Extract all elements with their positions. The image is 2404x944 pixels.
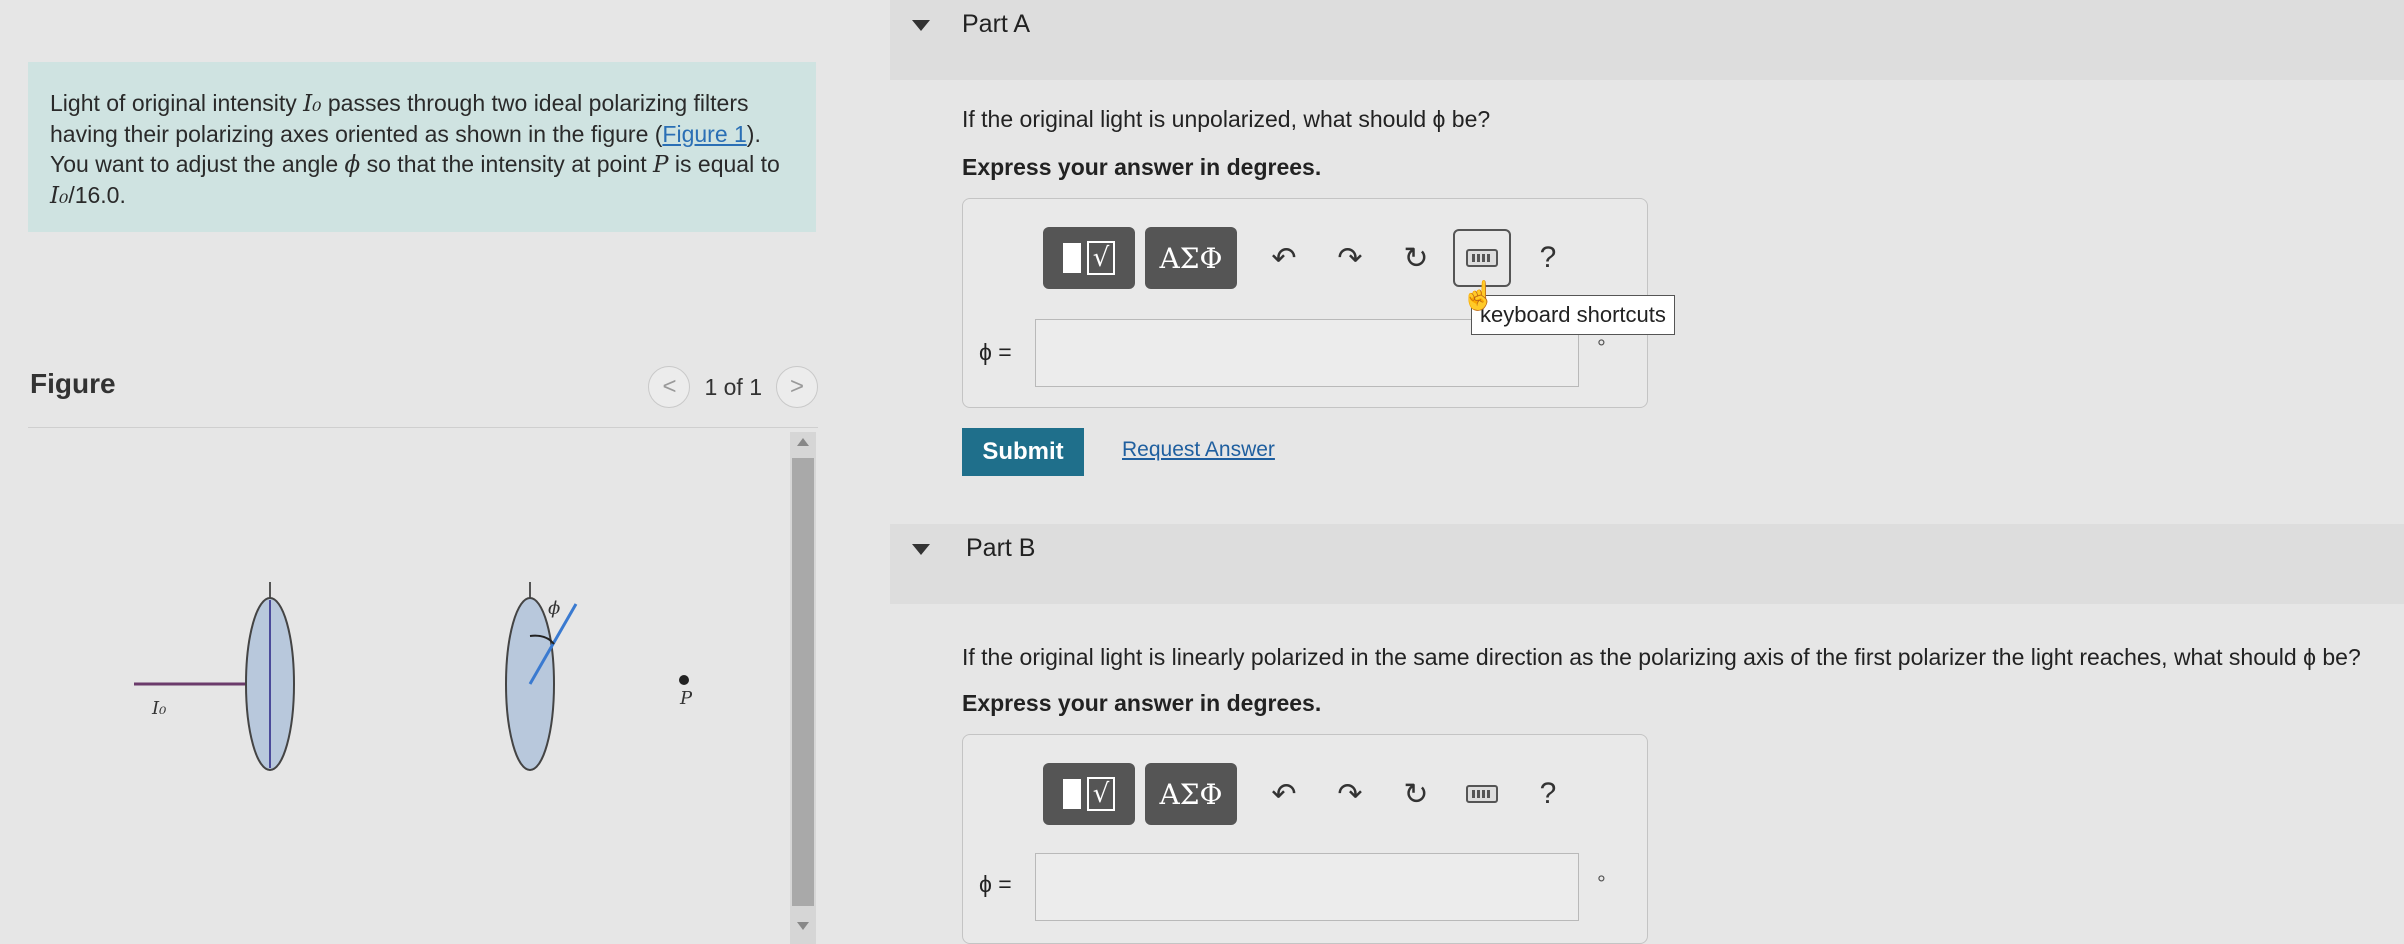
caret-down-icon[interactable] <box>912 20 930 31</box>
part-b-answer-label: ϕ = <box>979 871 1012 897</box>
figure-header: Figure < 1 of 1 > <box>28 360 818 428</box>
part-b-title: Part B <box>966 534 1036 562</box>
figure-pager: < 1 of 1 > <box>648 366 818 408</box>
greek-symbols-button[interactable]: ΑΣΦ <box>1145 227 1237 289</box>
undo-button[interactable]: ↶ <box>1255 229 1313 287</box>
redo-button[interactable]: ↷ <box>1321 765 1379 823</box>
part-b-header[interactable]: Part B <box>890 524 2404 604</box>
redo-button[interactable]: ↷ <box>1321 229 1379 287</box>
reset-icon: ↻ <box>1403 241 1429 275</box>
undo-icon: ↶ <box>1271 241 1297 275</box>
scroll-up-icon[interactable] <box>797 438 809 446</box>
radical-icon: √ <box>1086 777 1116 811</box>
part-a-toolbar: √ ΑΣΦ ↶ ↷ ↻ ? <box>1043 227 1577 289</box>
templates-button[interactable]: √ <box>1043 763 1135 825</box>
reset-icon: ↻ <box>1403 777 1429 811</box>
template-square-icon <box>1062 243 1081 273</box>
var-i0-b: I₀ <box>50 183 69 209</box>
undo-button[interactable]: ↶ <box>1255 765 1313 823</box>
next-figure-button[interactable]: > <box>776 366 818 408</box>
problem-statement: Light of original intensity I₀ passes th… <box>28 62 816 232</box>
undo-icon: ↶ <box>1271 777 1297 811</box>
help-button[interactable]: ? <box>1519 765 1577 823</box>
radical-icon: √ <box>1086 241 1116 275</box>
problem-panel: Light of original intensity I₀ passes th… <box>0 0 840 944</box>
part-b-question: If the original light is linearly polari… <box>962 644 2361 670</box>
figure-scrollbar[interactable] <box>790 432 816 944</box>
reset-button[interactable]: ↻ <box>1387 765 1445 823</box>
problem-text-4: so that the intensity at point <box>360 151 654 177</box>
figure-title: Figure <box>30 368 116 399</box>
help-button[interactable]: ? <box>1519 229 1577 287</box>
label-i0: I₀ <box>151 698 166 719</box>
part-a-question: If the original light is unpolarized, wh… <box>962 106 1491 132</box>
scroll-thumb[interactable] <box>792 458 814 906</box>
reset-button[interactable]: ↻ <box>1387 229 1445 287</box>
problem-text-6: /16.0. <box>68 182 126 208</box>
part-a-header[interactable]: Part A <box>890 0 2404 80</box>
part-a-answer-box: √ ΑΣΦ ↶ ↷ ↻ ? ☝ keyboard shortcuts ϕ = ° <box>962 198 1675 408</box>
keyboard-shortcuts-tooltip: keyboard shortcuts <box>1471 295 1675 335</box>
var-i0: I₀ <box>303 91 322 117</box>
figure-image: I₀ ϕ P <box>28 432 788 944</box>
point-p <box>679 675 689 685</box>
request-answer-link[interactable]: Request Answer <box>1122 438 1275 462</box>
redo-icon: ↷ <box>1337 777 1363 811</box>
chevron-right-icon: > <box>789 373 804 400</box>
help-icon: ? <box>1539 777 1557 810</box>
problem-text-1: Light of original intensity <box>50 90 304 116</box>
part-a-title: Part A <box>962 10 1031 38</box>
chevron-left-icon: < <box>662 373 677 400</box>
keyboard-shortcuts-button[interactable] <box>1453 765 1511 823</box>
polarizer-diagram: I₀ ϕ P <box>134 582 693 771</box>
keyboard-icon <box>1466 249 1498 267</box>
submit-button[interactable]: Submit <box>962 428 1084 476</box>
part-b-answer-box: √ ΑΣΦ ↶ ↷ ↻ ? ϕ = ° <box>962 734 1648 944</box>
questions-panel: Part A If the original light is unpolari… <box>890 0 2404 944</box>
greek-symbols-button[interactable]: ΑΣΦ <box>1145 763 1237 825</box>
redo-icon: ↷ <box>1337 241 1363 275</box>
var-p: P <box>653 152 669 178</box>
part-a-answer-label: ϕ = <box>979 339 1012 365</box>
part-a-instruction: Express your answer in degrees. <box>962 154 1322 180</box>
label-p: P <box>679 688 693 709</box>
part-a-unit: ° <box>1597 335 1606 360</box>
hand-cursor-icon: ☝ <box>1461 280 1496 311</box>
pager-label: 1 of 1 <box>704 373 762 400</box>
part-b-unit: ° <box>1597 871 1606 896</box>
help-icon: ? <box>1539 241 1557 274</box>
part-b-instruction: Express your answer in degrees. <box>962 690 1322 716</box>
figure-link[interactable]: Figure 1 <box>662 121 746 147</box>
part-b-answer-input[interactable] <box>1035 853 1579 921</box>
scroll-down-icon[interactable] <box>797 922 809 930</box>
keyboard-icon <box>1466 785 1498 803</box>
part-b-toolbar: √ ΑΣΦ ↶ ↷ ↻ ? <box>1043 763 1577 825</box>
caret-down-icon[interactable] <box>912 544 930 555</box>
label-phi: ϕ <box>548 598 560 619</box>
var-phi: ϕ <box>344 152 361 178</box>
template-square-icon <box>1062 779 1081 809</box>
previous-figure-button[interactable]: < <box>648 366 691 408</box>
problem-text-5: is equal to <box>668 151 780 177</box>
templates-button[interactable]: √ <box>1043 227 1135 289</box>
